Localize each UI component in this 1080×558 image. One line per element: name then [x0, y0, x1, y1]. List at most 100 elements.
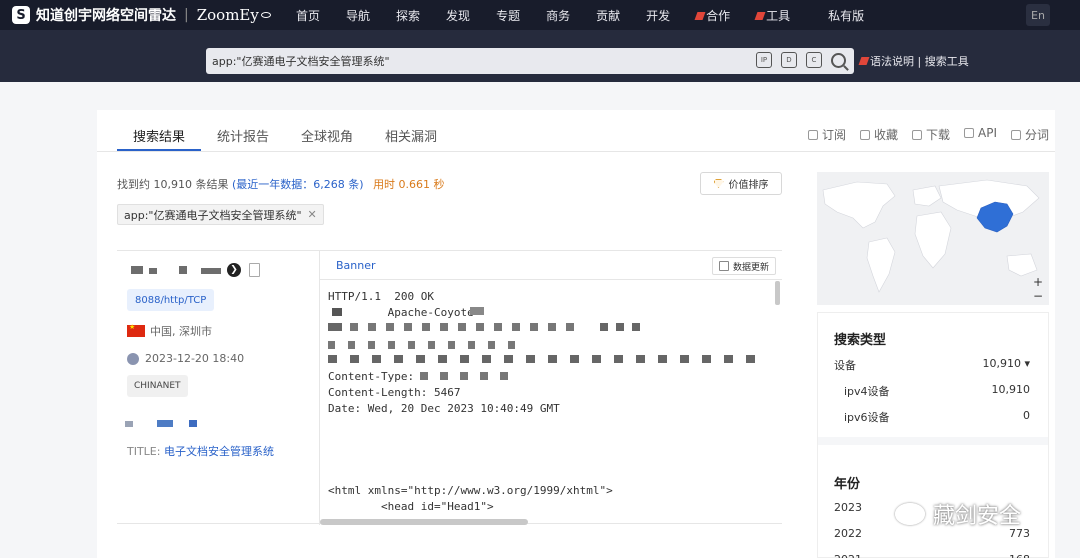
banner-html: <html xmlns="http://www.w3.org/1999/xhtm… — [328, 484, 613, 513]
nav-item-private[interactable]: 私有版 — [828, 7, 864, 24]
recent-count-link[interactable]: (最近一年数据：6,268 条) — [232, 178, 364, 191]
tab-stats[interactable]: 统计报告 — [217, 126, 269, 145]
redacted-banner — [350, 323, 580, 331]
search-query: app:"亿赛通电子文档安全管理系统" — [212, 55, 390, 68]
watermark: 藏剑安全 — [895, 498, 1021, 530]
link-icon — [964, 128, 974, 138]
facet-label: 设备 — [834, 359, 856, 372]
active-tab-indicator — [117, 149, 201, 151]
facet-count: 168 — [1009, 553, 1030, 558]
location-text: 中国, 深圳市 — [150, 325, 212, 338]
clock-icon — [127, 352, 139, 365]
nav-item-discover[interactable]: 发现 — [446, 7, 470, 24]
facet-row-ipv6[interactable]: ipv6设备 0 — [844, 409, 1030, 425]
api-button[interactable]: API — [964, 126, 997, 143]
vertical-scrollbar[interactable] — [775, 281, 780, 305]
domain-search-icon[interactable]: D — [781, 52, 797, 68]
title-label: TITLE: — [127, 445, 164, 458]
nav-item-develop[interactable]: 开发 — [646, 7, 670, 24]
refresh-data-label: 数据更新 — [732, 262, 769, 273]
toolbar: 订阅 收藏 下载 API 分词 — [794, 126, 1049, 143]
map-zoom-controls[interactable]: + − — [1033, 275, 1043, 303]
search-icon[interactable] — [831, 52, 846, 68]
nav-item-explore[interactable]: 探索 — [396, 7, 420, 24]
nav-item-navigation[interactable]: 导航 — [346, 7, 370, 24]
close-icon[interactable]: ✕ — [308, 208, 317, 221]
download-label: 下载 — [925, 128, 950, 142]
facet-label: 2023 — [834, 501, 862, 514]
redacted-ip — [201, 268, 221, 274]
facet-row-2021[interactable]: 2021 168 — [834, 553, 1030, 558]
redacted-banner — [332, 308, 342, 316]
tab-banner[interactable]: Banner — [336, 259, 376, 272]
horizontal-scrollbar[interactable] — [320, 519, 528, 525]
isp-badge[interactable]: CHINANET — [127, 375, 188, 397]
refresh-data-button[interactable]: 数据更新 — [711, 257, 776, 275]
subscribe-button[interactable]: 订阅 — [807, 126, 846, 143]
search-icons: IP D C — [747, 52, 846, 68]
scan-time-text: 2023-12-20 18:40 — [145, 352, 245, 365]
nav-item-home[interactable]: 首页 — [296, 7, 320, 24]
elapsed-time: 用时 0.661 秒 — [373, 178, 445, 191]
facet-row-device[interactable]: 设备 10,910 ▾ — [834, 357, 1030, 373]
port-badge[interactable]: 8088/http/TCP — [127, 289, 215, 311]
api-label: API — [978, 126, 997, 140]
world-map-svg — [822, 179, 1040, 293]
diamond-icon — [713, 179, 724, 188]
result-summary: 找到约 10,910 条结果 (最近一年数据：6,268 条) 用时 0.661… — [117, 176, 445, 192]
download-icon — [911, 130, 922, 140]
facet-count: 10,910 ▾ — [982, 357, 1030, 370]
download-button[interactable]: 下载 — [911, 126, 950, 143]
logo[interactable]: S 知道创宇网络空间雷达 | ZoomEy — [12, 5, 271, 25]
banner-text: HTTP/1.1 200 OK Apache-Coyote Content-Ty… — [328, 290, 560, 415]
brand-cn: 知道创宇网络空间雷达 — [36, 8, 176, 24]
tab-global[interactable]: 全球视角 — [301, 126, 353, 145]
nav-item-topics[interactable]: 专题 — [496, 7, 520, 24]
syntax-help-label: 语法说明 | 搜索工具 — [860, 55, 969, 68]
language-switch[interactable]: En — [1026, 4, 1050, 26]
tab-vulns[interactable]: 相关漏洞 — [385, 126, 437, 145]
brand-separator: | — [184, 7, 189, 23]
wechat-icon — [895, 503, 925, 525]
tokenize-button[interactable]: 分词 — [1010, 126, 1049, 143]
redacted-banner — [328, 341, 528, 349]
document-icon[interactable] — [249, 263, 260, 277]
favorite-button[interactable]: 收藏 — [859, 126, 898, 143]
result-meta: ❯ 8088/http/TCP 中国, 深圳市 2023-12-20 18:40… — [117, 251, 320, 525]
china-flag-icon — [127, 323, 145, 337]
redacted-info — [125, 421, 133, 427]
tab-results[interactable]: 搜索结果 — [133, 126, 185, 145]
arrow-right-icon[interactable]: ❯ — [227, 263, 241, 277]
facet-label: ipv6设备 — [844, 411, 890, 424]
braces-icon — [1010, 130, 1021, 140]
redacted-info — [157, 420, 173, 427]
nav-item-business[interactable]: 商务 — [546, 7, 570, 24]
value-sort-button[interactable]: 价值排序 — [700, 172, 782, 195]
brand-en: ZoomEy — [196, 6, 259, 24]
tab-bar: 搜索结果 统计报告 全球视角 相关漏洞 订阅 收藏 下载 API 分词 — [97, 110, 1055, 152]
nav-item-tools[interactable]: 工具 — [756, 7, 790, 24]
filter-chip: app:"亿赛通电子文档安全管理系统" ✕ — [117, 204, 324, 225]
syntax-help-link[interactable]: 语法说明 | 搜索工具 — [860, 53, 969, 69]
tokenize-label: 分词 — [1024, 128, 1049, 142]
facet-label: ipv4设备 — [844, 385, 890, 398]
facet-label: 2022 — [834, 527, 862, 540]
nav-links: 首页 导航 探索 发现 专题 商务 贡献 开发 合作 工具 私有版 — [296, 0, 890, 30]
nav-item-cooperation[interactable]: 合作 — [696, 7, 730, 24]
redacted-banner — [328, 323, 342, 331]
nav-item-contribute[interactable]: 贡献 — [596, 7, 620, 24]
search-input[interactable]: app:"亿赛通电子文档安全管理系统" IP D C — [206, 48, 854, 74]
eye-icon — [260, 12, 271, 18]
banner-panel: Banner 数据更新 HTTP/1.1 200 OK Apache-Coyot… — [320, 251, 782, 525]
ip-search-icon[interactable]: IP — [756, 52, 772, 68]
facet-row-ipv4[interactable]: ipv4设备 10,910 — [844, 383, 1030, 399]
redacted-banner — [420, 372, 520, 380]
year-heading: 年份 — [834, 477, 861, 492]
facet-count: 10,910 — [991, 383, 1031, 396]
favorite-label: 收藏 — [873, 128, 898, 142]
title-value[interactable]: 电子文档安全管理系统 — [164, 445, 274, 458]
search-type-heading: 搜索类型 — [834, 333, 887, 348]
cidr-search-icon[interactable]: C — [806, 52, 822, 68]
location: 中国, 深圳市 — [127, 323, 212, 339]
world-map[interactable]: + − — [817, 172, 1049, 305]
